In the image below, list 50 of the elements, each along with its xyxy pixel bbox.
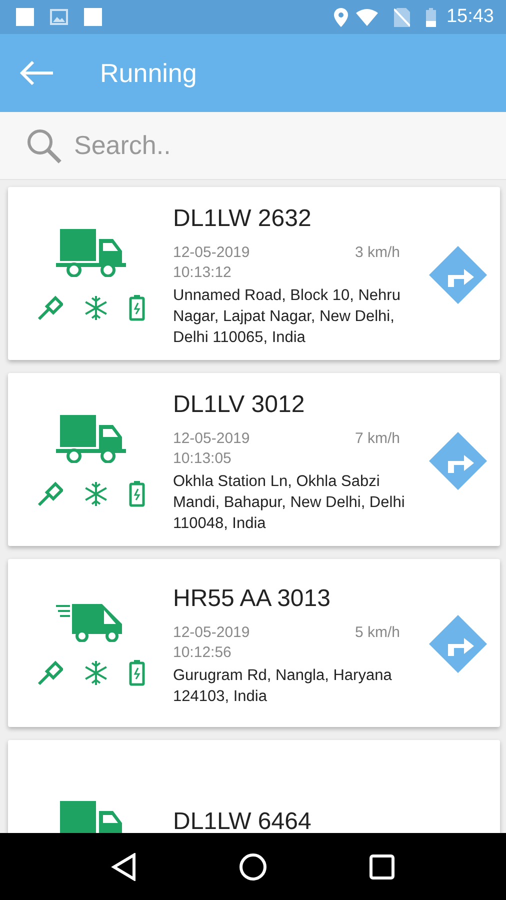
search-icon: [26, 128, 62, 164]
image-icon: [50, 9, 68, 25]
recents-icon[interactable]: [369, 854, 395, 880]
time-text: 10:13:12: [173, 263, 232, 283]
address-text: Unnamed Road, Block 10, Nehru Nagar, Lajpat Nagar, New Delhi, Delhi 110065, India: [173, 286, 402, 348]
battery-icon: [426, 8, 436, 26]
date-text: 12-05-2019: [173, 623, 250, 643]
back-icon[interactable]: [111, 852, 137, 880]
speed-text: 3 km/h: [354, 243, 401, 263]
location-icon: [334, 8, 348, 26]
vehicle-number: DL1LV 3012: [173, 390, 306, 420]
date-text: 12-05-2019: [173, 243, 250, 263]
speed-text: 5 km/h: [354, 623, 401, 643]
vehicle-number: DL1LW 2632: [173, 204, 312, 234]
vehicle-number: DL1LW 6464: [173, 807, 312, 833]
wifi-icon: [356, 8, 378, 26]
vehicle-card[interactable]: DL1LW 2632 12-05-2019 10:13:12 3 km/h Unnamed Road, Block 10, Nehru Nagar, Lajpat Nagar, New Delhi, Delhi 110065, India: [8, 187, 500, 360]
address-text: Gurugram Rd, Nangla, Haryana 124103, India: [173, 666, 393, 707]
search-field[interactable]: Search..: [72, 125, 452, 166]
address-text: Okhla Station Ln, Okhla Sabzi Mandi, Bahapur, New Delhi, Delhi 110048, India: [173, 472, 406, 534]
truck-icon: [56, 414, 126, 462]
notification-icon: [84, 8, 102, 26]
vehicle-card[interactable]: DL1LV 3012 12-05-2019 10:13:05 7 km/h Okhla Station Ln, Okhla Sabzi Mandi, Bahapur, New Delhi, Delhi 110048, India: [8, 373, 500, 546]
back-arrow-icon[interactable]: [20, 61, 54, 85]
home-icon[interactable]: [239, 852, 267, 880]
key-icon: [36, 294, 62, 320]
notification-icon: [16, 8, 34, 26]
truck-icon: [56, 228, 126, 276]
speed-text: 7 km/h: [354, 429, 401, 449]
snowflake-icon: [82, 294, 108, 320]
date-text: 12-05-2019: [173, 429, 250, 449]
time-text: 10:12:56: [173, 643, 232, 663]
snowflake-icon: [82, 660, 108, 686]
vehicle-card[interactable]: HR55 AA 3013 12-05-2019 10:12:56 5 km/h Gurugram Rd, Nangla, Haryana 124103, India: [8, 559, 500, 727]
clock-time: 15:43: [446, 4, 494, 29]
directions-icon[interactable]: [428, 430, 488, 490]
vehicle-card[interactable]: DL1LW 6464: [8, 740, 500, 833]
vehicle-number: HR55 AA 3013: [173, 584, 332, 614]
snowflake-icon: [82, 480, 108, 506]
time-text: 10:13:05: [173, 449, 232, 469]
key-icon: [36, 480, 62, 506]
key-icon: [36, 660, 62, 686]
directions-icon[interactable]: [428, 614, 488, 674]
search-bar[interactable]: Search..: [0, 112, 506, 180]
battery-icon: [128, 660, 144, 686]
screen-title: Running: [100, 56, 197, 90]
battery-icon: [128, 294, 144, 320]
battery-icon: [128, 480, 144, 506]
directions-icon[interactable]: [428, 244, 488, 304]
no-sim-icon: [394, 8, 410, 26]
